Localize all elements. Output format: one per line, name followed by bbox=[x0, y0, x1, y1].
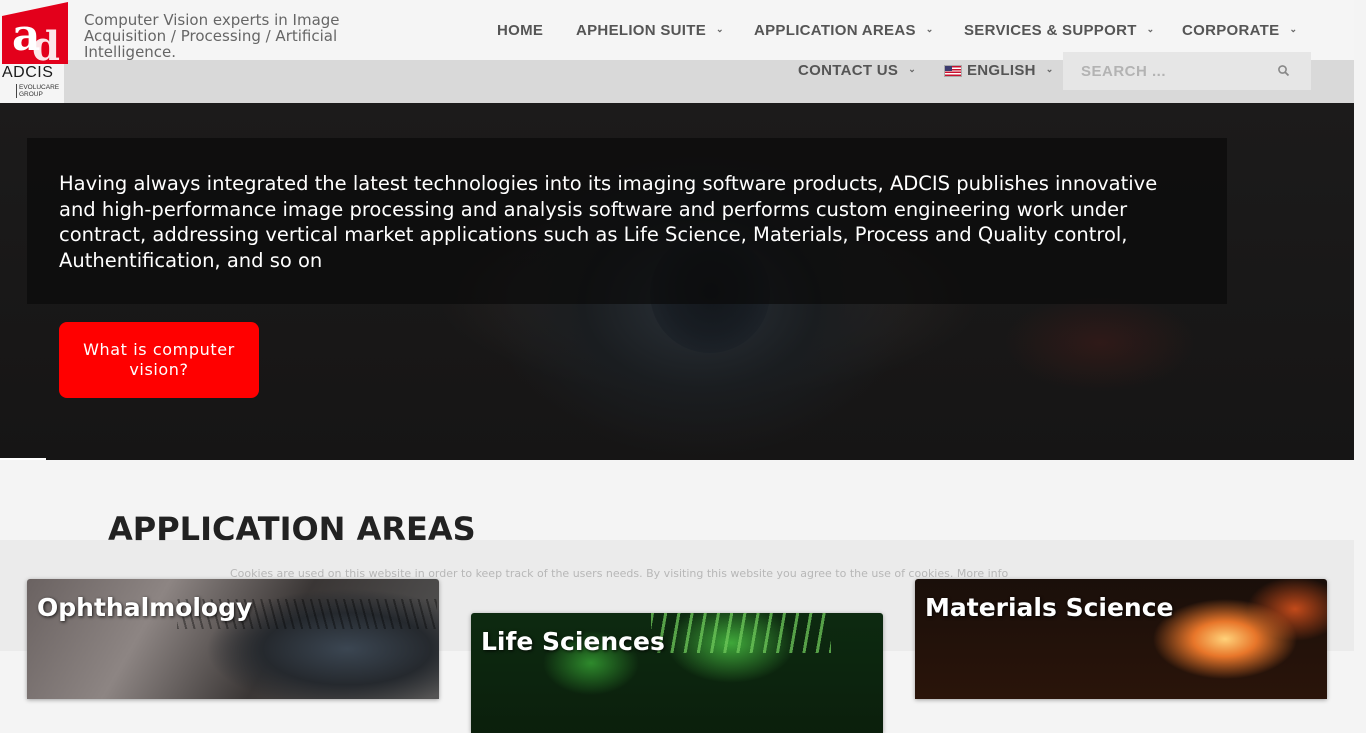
hero-caption: Having always integrated the latest tech… bbox=[59, 172, 1158, 272]
nav-services-support-label: SERVICES & SUPPORT bbox=[964, 22, 1137, 39]
nav-application-areas[interactable]: APPLICATION AREAS ⌄ bbox=[754, 22, 934, 39]
hero-banner: Having always integrated the latest tech… bbox=[0, 103, 1354, 460]
brand-name: ADCIS bbox=[2, 64, 54, 81]
brand-group: EVOLUCARE GROUP bbox=[16, 84, 65, 98]
site-header: a d ADCIS EVOLUCARE GROUP Computer Visio… bbox=[0, 0, 1354, 103]
card-title: Materials Science bbox=[925, 593, 1174, 622]
hero-caption-box: Having always integrated the latest tech… bbox=[27, 138, 1227, 304]
card-materials-science[interactable]: Materials Science bbox=[915, 579, 1327, 699]
nav-home-label: HOME bbox=[497, 22, 544, 39]
card-title: Life Sciences bbox=[481, 627, 665, 656]
chevron-down-icon: ⌄ bbox=[1289, 24, 1298, 34]
what-is-computer-vision-button[interactable]: What is computer vision? bbox=[59, 322, 259, 398]
us-flag-icon bbox=[944, 64, 962, 77]
nav-language[interactable]: ENGLISH ⌄ bbox=[944, 62, 1054, 79]
nav-language-label: ENGLISH bbox=[967, 62, 1036, 79]
chevron-down-icon: ⌄ bbox=[1045, 64, 1054, 74]
chevron-down-icon: ⌄ bbox=[908, 64, 917, 74]
card-ophthalmology[interactable]: Ophthalmology bbox=[27, 579, 439, 699]
svg-text:d: d bbox=[32, 23, 60, 64]
card-life-sciences[interactable]: Life Sciences bbox=[471, 613, 883, 733]
nav-contact-us-label: CONTACT US bbox=[798, 62, 899, 79]
nav-home[interactable]: HOME bbox=[497, 22, 543, 39]
chevron-down-icon: ⌄ bbox=[1146, 24, 1155, 34]
life-sciences-image bbox=[651, 613, 831, 653]
adcis-logo-mark-icon: a d bbox=[2, 2, 68, 64]
search-input[interactable] bbox=[1079, 61, 1263, 81]
nav-contact-us[interactable]: CONTACT US ⌄ bbox=[798, 62, 916, 79]
card-title: Ophthalmology bbox=[37, 593, 253, 622]
chevron-down-icon: ⌄ bbox=[925, 24, 934, 34]
nav-services-support[interactable]: SERVICES & SUPPORT ⌄ bbox=[964, 22, 1155, 39]
slider-indicator[interactable] bbox=[0, 458, 46, 460]
nav-corporate-label: CORPORATE bbox=[1182, 22, 1280, 39]
scrollbar[interactable] bbox=[1354, 0, 1366, 651]
search-icon[interactable] bbox=[1277, 64, 1291, 78]
search-box bbox=[1063, 52, 1311, 90]
nav-aphelion-suite[interactable]: APHELION SUITE ⌄ bbox=[576, 22, 724, 39]
nav-application-areas-label: APPLICATION AREAS bbox=[754, 22, 916, 39]
adcis-logo[interactable]: a d ADCIS EVOLUCARE GROUP bbox=[0, 0, 68, 100]
chevron-down-icon: ⌄ bbox=[716, 24, 724, 34]
nav-aphelion-suite-label: APHELION SUITE bbox=[576, 22, 707, 39]
site-tagline: Computer Vision experts in Image Acquisi… bbox=[84, 11, 340, 61]
nav-corporate[interactable]: CORPORATE ⌄ bbox=[1182, 22, 1297, 39]
